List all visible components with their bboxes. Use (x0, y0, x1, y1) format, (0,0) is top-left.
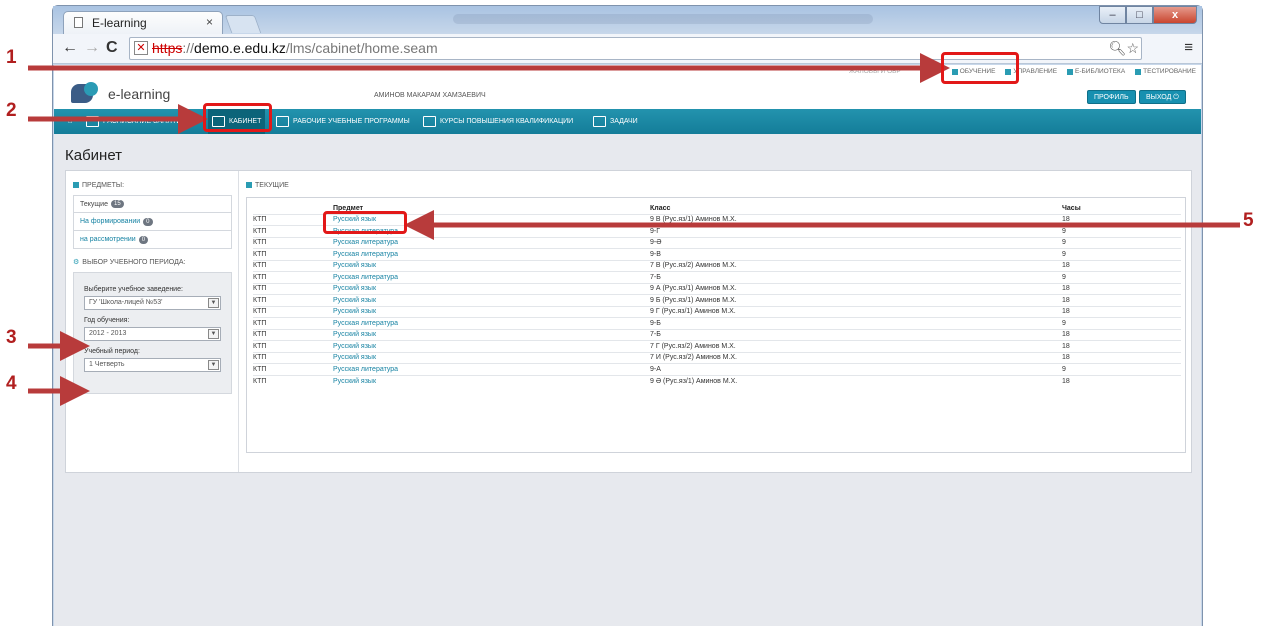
annotation-number-3: 3 (6, 327, 17, 348)
annotation-number-2: 2 (6, 100, 17, 121)
highlight-cabinet (203, 103, 272, 132)
annotation-number-5: 5 (1243, 210, 1254, 231)
annotation-number-1: 1 (6, 47, 17, 68)
annotation-arrows (28, 53, 1240, 406)
annotation-number-4: 4 (6, 373, 17, 394)
highlight-russian (323, 211, 407, 234)
highlight-learning (941, 52, 1019, 84)
screenshot-stage: E-learning × – □ x ← → C ✕ https://demo.… (0, 0, 1264, 626)
